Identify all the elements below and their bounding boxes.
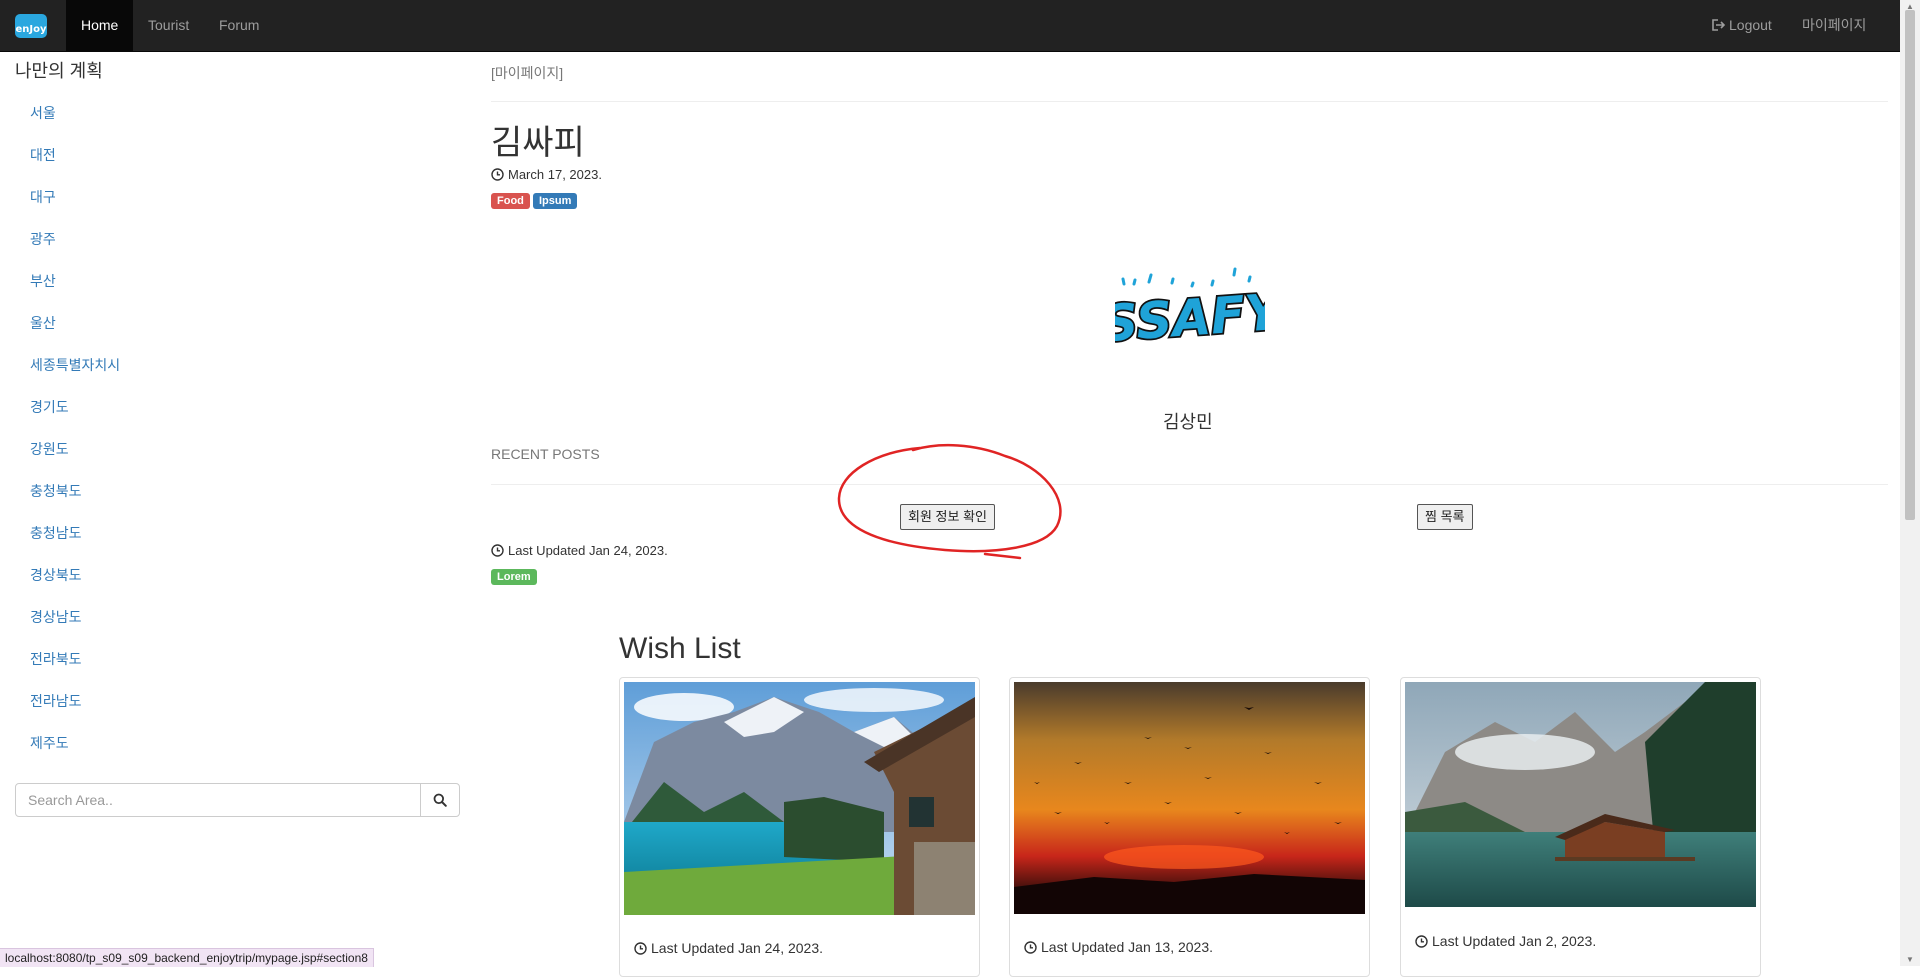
svg-text:enJoy: enJoy bbox=[15, 24, 46, 35]
lake-boathouse-image bbox=[1405, 682, 1756, 907]
ssafy-logo: SSAFY bbox=[1098, 265, 1289, 365]
red-circle-annotation bbox=[837, 443, 1062, 560]
wish-card-updated: Last Updated Jan 13, 2023. bbox=[1024, 939, 1213, 955]
brand-logo[interactable]: enJoy bbox=[14, 11, 48, 41]
sidebar-item-region[interactable]: 부산 bbox=[30, 271, 56, 291]
page-scrollbar[interactable]: ▲ ▼ bbox=[1900, 0, 1920, 966]
wish-list-title: Wish List bbox=[619, 632, 741, 665]
wish-card[interactable]: Last Updated Jan 13, 2023. bbox=[1009, 677, 1370, 977]
sidebar-item-region[interactable]: 강원도 bbox=[30, 439, 69, 459]
clock-icon bbox=[491, 544, 504, 557]
page-title: 김싸피 bbox=[491, 124, 585, 162]
logout-label: Logout bbox=[1729, 17, 1772, 33]
sidebar-item-region[interactable]: 울산 bbox=[30, 313, 56, 333]
status-bar-url: localhost:8080/tp_s09_s09_backend_enjoyt… bbox=[0, 948, 374, 967]
recent-post-updated: Last Updated Jan 24, 2023. bbox=[491, 543, 668, 558]
mountain-lake-chalet-image bbox=[624, 682, 975, 915]
top-navbar: enJoy Home Tourist Forum Logout 마이페이지 bbox=[0, 0, 1900, 52]
tag-food: Food bbox=[491, 193, 530, 209]
wish-card-updated: Last Updated Jan 24, 2023. bbox=[634, 940, 823, 956]
recent-posts-heading: RECENT POSTS bbox=[491, 446, 600, 462]
search-area-group bbox=[15, 783, 460, 817]
sunset-birds-image bbox=[1014, 682, 1365, 914]
wishlist-button[interactable]: 찜 목록 bbox=[1417, 504, 1473, 530]
sidebar-item-region[interactable]: 제주도 bbox=[30, 733, 69, 753]
profile-date: March 17, 2023. bbox=[491, 167, 602, 182]
tag-lorem: Lorem bbox=[491, 569, 537, 585]
tag-ipsum: Ipsum bbox=[533, 193, 578, 209]
nav-tab-forum[interactable]: Forum bbox=[204, 0, 274, 51]
scroll-down-icon[interactable]: ▼ bbox=[1906, 955, 1914, 964]
search-button[interactable] bbox=[420, 784, 459, 816]
clock-icon bbox=[1415, 935, 1428, 948]
wish-card-updated-text: Last Updated Jan 13, 2023. bbox=[1041, 939, 1214, 955]
logout-icon bbox=[1712, 1, 1726, 52]
member-name: 김상민 bbox=[1163, 412, 1213, 432]
sidebar-item-region[interactable]: 대구 bbox=[30, 187, 56, 207]
nav-tab-home[interactable]: Home bbox=[66, 0, 134, 51]
sidebar-item-region[interactable]: 세종특별자치시 bbox=[30, 355, 120, 375]
mypage-link[interactable]: 마이페이지 bbox=[1787, 0, 1881, 51]
wish-card-updated-text: Last Updated Jan 24, 2023. bbox=[651, 940, 824, 956]
sidebar-item-region[interactable]: 전라남도 bbox=[30, 691, 82, 711]
sidebar-item-region[interactable]: 경기도 bbox=[30, 397, 69, 417]
clock-icon bbox=[1024, 941, 1037, 954]
divider bbox=[491, 484, 1888, 485]
sidebar-item-region[interactable]: 경상남도 bbox=[30, 607, 82, 627]
scrollbar-thumb[interactable] bbox=[1905, 10, 1915, 520]
clock-icon bbox=[634, 942, 647, 955]
sidebar-title: 나만의 계획 bbox=[15, 61, 103, 81]
profile-date-text: March 17, 2023. bbox=[508, 167, 602, 182]
sidebar-item-region[interactable]: 서울 bbox=[30, 103, 56, 123]
divider bbox=[491, 101, 1888, 102]
wish-card-updated-text: Last Updated Jan 2, 2023. bbox=[1432, 933, 1597, 949]
clock-icon bbox=[491, 168, 504, 181]
svg-text:SSAFY: SSAFY bbox=[1115, 282, 1265, 353]
recent-updated-text: Last Updated Jan 24, 2023. bbox=[508, 543, 668, 558]
logout-link[interactable]: Logout bbox=[1697, 0, 1787, 51]
breadcrumb: [마이페이지] bbox=[491, 65, 564, 81]
search-area-input[interactable] bbox=[16, 784, 422, 816]
sidebar-item-region[interactable]: 전라북도 bbox=[30, 649, 82, 669]
search-icon bbox=[433, 793, 447, 807]
wish-card[interactable]: Last Updated Jan 24, 2023. bbox=[619, 677, 980, 977]
nav-tab-tourist[interactable]: Tourist bbox=[133, 0, 204, 51]
sidebar-item-region[interactable]: 경상북도 bbox=[30, 565, 82, 585]
sidebar-item-region[interactable]: 충청북도 bbox=[30, 481, 82, 501]
sidebar-item-region[interactable]: 광주 bbox=[30, 229, 56, 249]
sidebar-item-region[interactable]: 대전 bbox=[30, 145, 56, 165]
wish-card[interactable]: Last Updated Jan 2, 2023. bbox=[1400, 677, 1761, 977]
sidebar-item-region[interactable]: 충청남도 bbox=[30, 523, 82, 543]
wish-card-updated: Last Updated Jan 2, 2023. bbox=[1415, 933, 1596, 949]
